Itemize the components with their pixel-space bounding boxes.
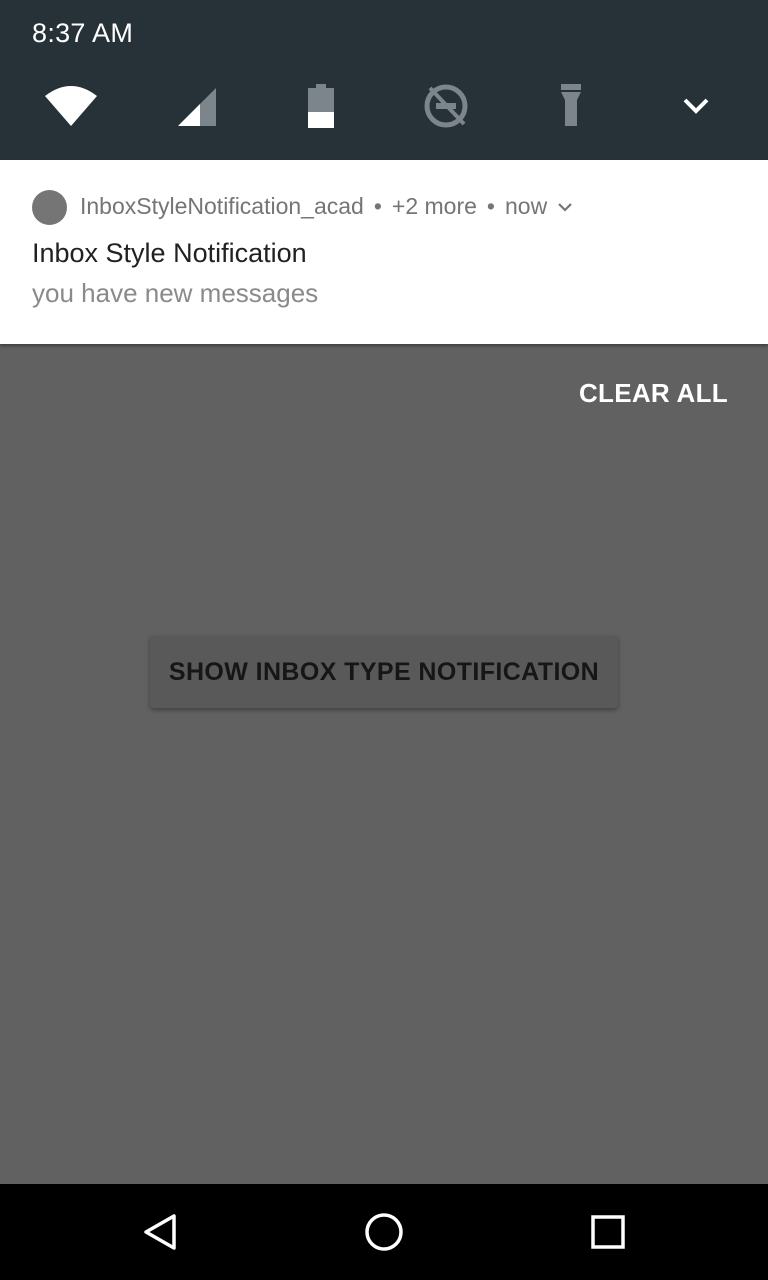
notification-text: you have new messages <box>32 278 319 308</box>
notification-time: now <box>504 193 548 219</box>
data-saver-off-icon[interactable] <box>420 80 472 132</box>
chevron-down-icon[interactable] <box>557 201 573 213</box>
wifi-icon[interactable] <box>45 80 97 132</box>
quick-settings-shade: 8:37 AM <box>0 0 768 160</box>
recents-icon[interactable] <box>578 1202 638 1262</box>
app-icon <box>32 190 67 225</box>
separator-dot: • <box>373 193 382 219</box>
expand-chevron-icon[interactable] <box>670 80 722 132</box>
battery-icon[interactable] <box>295 80 347 132</box>
back-icon[interactable] <box>130 1202 190 1262</box>
show-inbox-notification-button[interactable]: SHOW INBOX TYPE NOTIFICATION <box>150 636 618 708</box>
clear-all-button[interactable]: CLEAR ALL <box>579 378 728 409</box>
inbox-notification-card[interactable]: InboxStyleNotification_acad • +2 more • … <box>0 160 768 344</box>
flashlight-icon[interactable] <box>545 80 597 132</box>
cellular-signal-icon[interactable] <box>170 80 222 132</box>
notification-app-name: InboxStyleNotification_acad <box>80 193 364 219</box>
separator-dot: • <box>486 193 495 219</box>
status-clock: 8:37 AM <box>32 18 134 48</box>
home-icon[interactable] <box>354 1202 414 1262</box>
notification-title: Inbox Style Notification <box>32 238 307 268</box>
notification-more-count: +2 more <box>391 193 477 219</box>
navigation-bar <box>0 1184 768 1280</box>
notification-header: InboxStyleNotification_acad • +2 more • … <box>80 193 573 220</box>
